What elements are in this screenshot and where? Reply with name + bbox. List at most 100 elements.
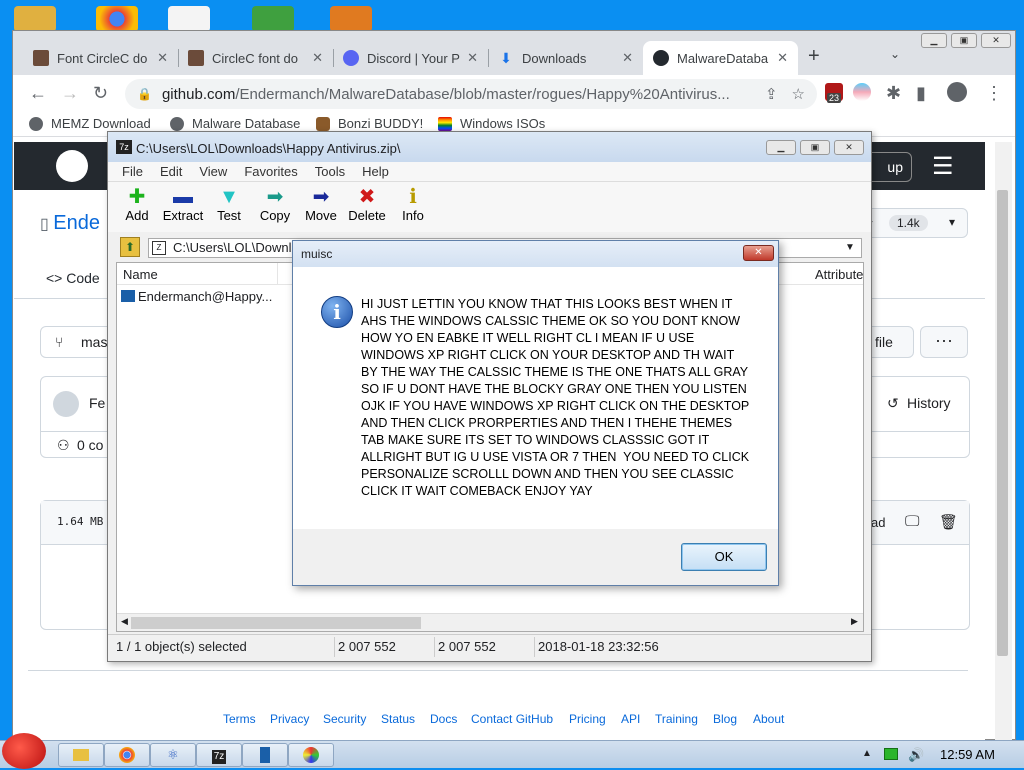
taskbar-7zip[interactable]: 7z xyxy=(196,743,242,767)
dropdown-arrow-icon[interactable]: ▼ xyxy=(845,239,855,257)
history-link[interactable]: History xyxy=(907,395,951,411)
bookmark-windows-isos[interactable]: Windows ISOs xyxy=(438,116,545,131)
solitaire-desktop-icon[interactable] xyxy=(168,6,210,32)
sevenzip-close-button[interactable]: ✕ xyxy=(834,140,864,155)
bonzi-desktop-icon[interactable] xyxy=(330,6,372,32)
tab-malwaredatabase[interactable]: MalwareDataba ✕ xyxy=(643,41,798,75)
taskbar-phone-app[interactable] xyxy=(242,743,288,767)
scrollbar-thumb[interactable] xyxy=(997,190,1008,656)
tab-circlec-font[interactable]: CircleC font do ✕ xyxy=(178,41,333,75)
new-tab-plus-icon[interactable]: + xyxy=(808,45,820,68)
menu-kebab-icon[interactable]: ⋮ xyxy=(985,83,1003,104)
tab-search-chevron-icon[interactable]: ⌄ xyxy=(890,47,900,61)
chrome-desktop-icon[interactable] xyxy=(96,6,138,32)
close-tab-icon[interactable]: ✕ xyxy=(157,50,168,66)
profile-avatar[interactable] xyxy=(947,82,967,102)
scroll-left-icon[interactable]: ◀ xyxy=(121,616,128,627)
extensions-puzzle-icon[interactable]: ✱ xyxy=(886,83,901,104)
tab-discord[interactable]: Discord | Your P ✕ xyxy=(333,41,488,75)
footer-link-terms[interactable]: Terms xyxy=(223,712,256,726)
bookmark-malware-database[interactable]: Malware Database xyxy=(170,116,300,131)
bookmark-bonzi-buddy[interactable]: Bonzi BUDDY! xyxy=(316,116,423,131)
download-button[interactable]: ad xyxy=(871,515,885,530)
test-button[interactable]: ▼ Test xyxy=(206,186,252,223)
battery-icon[interactable] xyxy=(884,748,898,760)
footer-link-status[interactable]: Status xyxy=(381,712,415,726)
shield-desktop-icon[interactable] xyxy=(252,6,294,32)
menu-file[interactable]: File xyxy=(122,164,143,179)
column-attributes[interactable]: Attribute xyxy=(815,267,863,282)
delete-button[interactable]: ✖ Delete xyxy=(344,186,390,223)
more-options-button[interactable]: ··· xyxy=(920,326,968,358)
start-button-angry-bird-icon[interactable] xyxy=(2,733,46,769)
taskbar-chrome[interactable] xyxy=(104,743,150,767)
extension-ublock-icon[interactable]: 23 xyxy=(825,83,843,103)
horizontal-scrollbar[interactable]: ◀ ▶ xyxy=(117,613,863,631)
footer-link-training[interactable]: Training xyxy=(655,712,698,726)
share-icon[interactable]: ⇪ xyxy=(757,85,778,103)
back-arrow-icon[interactable]: ← xyxy=(29,83,47,104)
move-button[interactable]: ➡ Move xyxy=(298,186,344,223)
hamburger-menu-icon[interactable]: ☰ xyxy=(932,152,954,181)
tab-font-circlec[interactable]: Font CircleC do ✕ xyxy=(23,41,178,75)
close-tab-icon[interactable]: ✕ xyxy=(777,50,788,66)
column-separator[interactable] xyxy=(277,263,278,285)
close-window-button[interactable]: ✕ xyxy=(981,33,1011,48)
speaker-icon[interactable]: 🔊 xyxy=(908,747,924,763)
contributors-count[interactable]: 0 co xyxy=(77,437,103,453)
side-panel-icon[interactable]: ▮ xyxy=(916,83,926,104)
footer-link-contact[interactable]: Contact GitHub xyxy=(471,712,553,726)
scroll-right-icon[interactable]: ▶ xyxy=(851,616,858,627)
taskbar-app[interactable]: ⚛ xyxy=(150,743,196,767)
info-button[interactable]: ℹ Info xyxy=(390,186,436,223)
close-tab-icon[interactable]: ✕ xyxy=(622,50,633,66)
scrollbar-thumb[interactable] xyxy=(131,617,421,629)
footer-link-docs[interactable]: Docs xyxy=(430,712,457,726)
sevenzip-maximize-button[interactable]: ▣ xyxy=(800,140,830,155)
trash-icon[interactable]: 🗑 xyxy=(939,513,958,531)
extract-button[interactable]: ▬ Extract xyxy=(160,186,206,223)
footer-link-security[interactable]: Security xyxy=(323,712,366,726)
add-button[interactable]: ✚ Add xyxy=(114,186,160,223)
footer-link-blog[interactable]: Blog xyxy=(713,712,737,726)
menu-edit[interactable]: Edit xyxy=(160,164,182,179)
menu-tools[interactable]: Tools xyxy=(315,164,345,179)
reload-icon[interactable]: ↻ xyxy=(93,83,108,104)
sevenzip-minimize-button[interactable]: ▁ xyxy=(766,140,796,155)
github-logo-icon[interactable] xyxy=(56,150,88,182)
tray-expand-icon[interactable]: ▲ xyxy=(862,748,872,759)
forward-arrow-icon[interactable]: → xyxy=(61,83,79,104)
close-tab-icon[interactable]: ✕ xyxy=(467,50,478,66)
folder-desktop-icon[interactable] xyxy=(14,6,56,32)
desktop-icon[interactable]: 🖵 xyxy=(905,513,919,530)
clock[interactable]: 12:59 AM xyxy=(940,747,995,762)
bookmark-star-icon[interactable]: ☆ xyxy=(792,85,805,103)
tab-downloads[interactable]: ⬇ Downloads ✕ xyxy=(488,41,643,75)
list-item[interactable]: Endermanch@Happy... xyxy=(121,289,272,304)
folder-up-icon[interactable]: ⬆ xyxy=(120,237,140,257)
repo-icon-and-name[interactable]: ▯ Ende xyxy=(40,212,100,235)
tab-code[interactable]: <> Code xyxy=(46,270,100,286)
copy-button[interactable]: ➡ Copy xyxy=(252,186,298,223)
menu-help[interactable]: Help xyxy=(362,164,389,179)
author-avatar[interactable] xyxy=(53,391,79,417)
menu-view[interactable]: View xyxy=(199,164,227,179)
dialog-close-button[interactable]: ✕ xyxy=(743,245,774,261)
author-name[interactable]: Fe xyxy=(89,395,105,411)
footer-link-pricing[interactable]: Pricing xyxy=(569,712,606,726)
column-name[interactable]: Name xyxy=(123,267,158,282)
bookmark-memz[interactable]: MEMZ Download xyxy=(29,116,151,131)
sevenzip-titlebar[interactable]: 7z C:\Users\LOL\Downloads\Happy Antiviru… xyxy=(108,132,871,162)
dialog-titlebar[interactable]: muisc ✕ xyxy=(293,241,778,267)
ok-button[interactable]: OK xyxy=(681,543,767,571)
maximize-button[interactable]: ▣ xyxy=(951,33,977,48)
footer-link-privacy[interactable]: Privacy xyxy=(270,712,309,726)
menu-favorites[interactable]: Favorites xyxy=(244,164,297,179)
minimize-button[interactable]: ▁ xyxy=(921,33,947,48)
close-tab-icon[interactable]: ✕ xyxy=(312,50,323,66)
taskbar-media-app[interactable] xyxy=(288,743,334,767)
address-bar[interactable]: 🔒 github.com/Endermanch/MalwareDatabase/… xyxy=(125,79,817,109)
chevron-down-icon[interactable]: ▾ xyxy=(949,215,955,229)
taskbar-explorer[interactable] xyxy=(58,743,104,767)
footer-link-api[interactable]: API xyxy=(621,712,640,726)
